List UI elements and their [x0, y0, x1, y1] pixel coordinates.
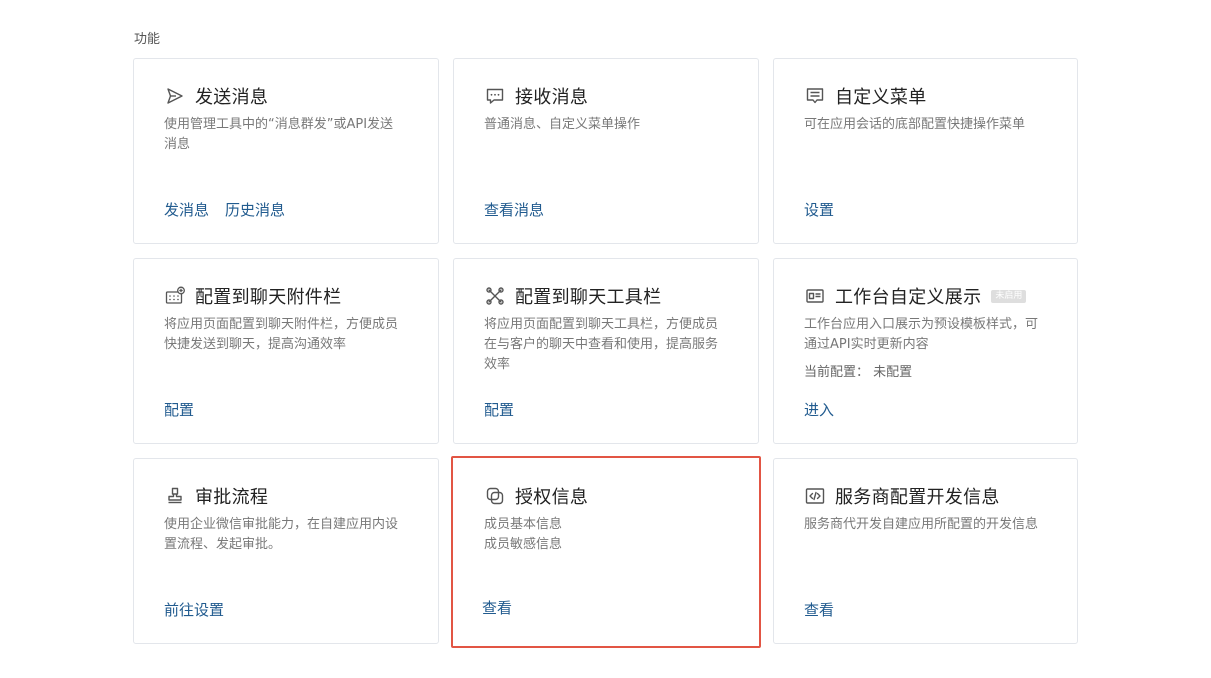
card-chat-toolbar: 配置到聊天工具栏 将应用页面配置到聊天工具栏，方便成员 在与客户的聊天中查看和使…: [453, 258, 759, 444]
card-title: 授权信息: [515, 487, 589, 508]
description-line: 效率: [484, 357, 511, 372]
card-header: 审批流程: [164, 485, 438, 508]
card-receive-message: 接收消息 普通消息、自定义菜单操作 查看消息: [453, 58, 759, 244]
description-line: 在与客户的聊天中查看和使用，提高服务: [484, 337, 719, 352]
chat-bubble-icon: [484, 85, 506, 107]
card-title: 配置到聊天附件栏: [195, 287, 342, 308]
send-message-link[interactable]: 发消息: [164, 199, 209, 220]
card-links: 配置: [484, 399, 514, 420]
card-header: 配置到聊天附件栏: [164, 285, 438, 308]
card-description: 工作台应用入口展示为预设模板样式，可 通过API实时更新内容: [804, 315, 1054, 355]
description-line: 使用管理工具中的“消息群发”或API发送: [164, 117, 394, 132]
card-links: 设置: [804, 199, 834, 220]
description-line: 通过API实时更新内容: [804, 337, 929, 352]
card-description: 服务商代开发自建应用所配置的开发信息: [804, 515, 1054, 535]
description-line: 使用企业微信审批能力，在自建应用内设: [164, 517, 399, 532]
feature-grid: 发送消息 使用管理工具中的“消息群发”或API发送 消息 发消息 历史消息 接收…: [133, 58, 1078, 648]
card-header: 发送消息: [164, 85, 438, 108]
goto-settings-link[interactable]: 前往设置: [164, 599, 224, 620]
enter-link[interactable]: 进入: [804, 399, 834, 420]
current-config-label: 当前配置：: [804, 365, 870, 380]
menu-icon: [804, 85, 826, 107]
id-card-icon: [804, 285, 826, 307]
card-header: 授权信息: [484, 485, 759, 508]
description-line: 成员基本信息: [484, 517, 563, 532]
card-title: 审批流程: [195, 487, 269, 508]
card-title: 发送消息: [195, 87, 269, 108]
card-description: 普通消息、自定义菜单操作: [484, 115, 734, 135]
card-links: 查看: [804, 599, 834, 620]
view-dev-info-link[interactable]: 查看: [804, 599, 834, 620]
card-links: 进入: [804, 399, 834, 420]
view-authorization-link[interactable]: 查看: [482, 597, 512, 618]
description-line: 将应用页面配置到聊天工具栏，方便成员: [484, 317, 719, 332]
status-badge: 未启用: [991, 289, 1027, 303]
stamp-icon: [164, 485, 186, 507]
card-header: 服务商配置开发信息: [804, 485, 1077, 508]
configure-toolbar-link[interactable]: 配置: [484, 399, 514, 420]
card-approval-flow: 审批流程 使用企业微信审批能力，在自建应用内设 置流程、发起审批。 前往设置: [133, 458, 439, 644]
view-messages-link[interactable]: 查看消息: [484, 199, 544, 220]
card-links: 查看消息: [484, 199, 544, 220]
description-line: 普通消息、自定义菜单操作: [484, 117, 641, 132]
card-title: 配置到聊天工具栏: [515, 287, 662, 308]
card-workbench-display: 工作台自定义展示 未启用 工作台应用入口展示为预设模板样式，可 通过API实时更…: [773, 258, 1078, 444]
description-line: 成员敏感信息: [484, 537, 563, 552]
card-header: 配置到聊天工具栏: [484, 285, 758, 308]
menu-settings-link[interactable]: 设置: [804, 199, 834, 220]
card-title: 接收消息: [515, 87, 589, 108]
description-line: 可在应用会话的底部配置快捷操作菜单: [804, 117, 1026, 132]
card-description: 可在应用会话的底部配置快捷操作菜单: [804, 115, 1054, 135]
code-icon: [804, 485, 826, 507]
history-message-link[interactable]: 历史消息: [225, 199, 285, 220]
keyboard-add-icon: [164, 285, 186, 307]
current-config-value: 未配置: [873, 365, 913, 380]
card-title: 工作台自定义展示: [835, 287, 982, 308]
current-config: 当前配置： 未配置: [804, 361, 1077, 380]
description-line: 快捷发送到聊天，提高沟通效率: [164, 337, 347, 352]
card-links: 查看: [482, 597, 512, 618]
card-description: 成员基本信息 成员敏感信息: [484, 515, 734, 555]
card-chat-attachment-bar: 配置到聊天附件栏 将应用页面配置到聊天附件栏，方便成员 快捷发送到聊天，提高沟通…: [133, 258, 439, 444]
card-provider-dev-info: 服务商配置开发信息 服务商代开发自建应用所配置的开发信息 查看: [773, 458, 1078, 644]
card-authorization-info: 授权信息 成员基本信息 成员敏感信息 查看: [451, 456, 761, 648]
card-description: 将应用页面配置到聊天附件栏，方便成员 快捷发送到聊天，提高沟通效率: [164, 315, 414, 355]
card-header: 自定义菜单: [804, 85, 1077, 108]
tools-icon: [484, 285, 506, 307]
description-line: 置流程、发起审批。: [164, 537, 282, 552]
card-title: 服务商配置开发信息: [835, 487, 1000, 508]
description-line: 工作台应用入口展示为预设模板样式，可: [804, 317, 1039, 332]
card-title: 自定义菜单: [835, 87, 927, 108]
card-custom-menu: 自定义菜单 可在应用会话的底部配置快捷操作菜单 设置: [773, 58, 1078, 244]
card-description: 将应用页面配置到聊天工具栏，方便成员 在与客户的聊天中查看和使用，提高服务 效率: [484, 315, 734, 375]
card-header: 接收消息: [484, 85, 758, 108]
configure-attachment-link[interactable]: 配置: [164, 399, 194, 420]
authorization-icon: [484, 485, 506, 507]
description-line: 消息: [164, 137, 191, 152]
description-line: 将应用页面配置到聊天附件栏，方便成员: [164, 317, 399, 332]
card-links: 发消息 历史消息: [164, 199, 285, 220]
description-line: 服务商代开发自建应用所配置的开发信息: [804, 517, 1039, 532]
card-send-message: 发送消息 使用管理工具中的“消息群发”或API发送 消息 发消息 历史消息: [133, 58, 439, 244]
send-icon: [164, 85, 186, 107]
card-links: 配置: [164, 399, 194, 420]
card-links: 前往设置: [164, 599, 224, 620]
card-description: 使用管理工具中的“消息群发”或API发送 消息: [164, 115, 414, 155]
card-header: 工作台自定义展示 未启用: [804, 285, 1077, 308]
card-description: 使用企业微信审批能力，在自建应用内设 置流程、发起审批。: [164, 515, 414, 555]
section-title: 功能: [134, 32, 161, 47]
